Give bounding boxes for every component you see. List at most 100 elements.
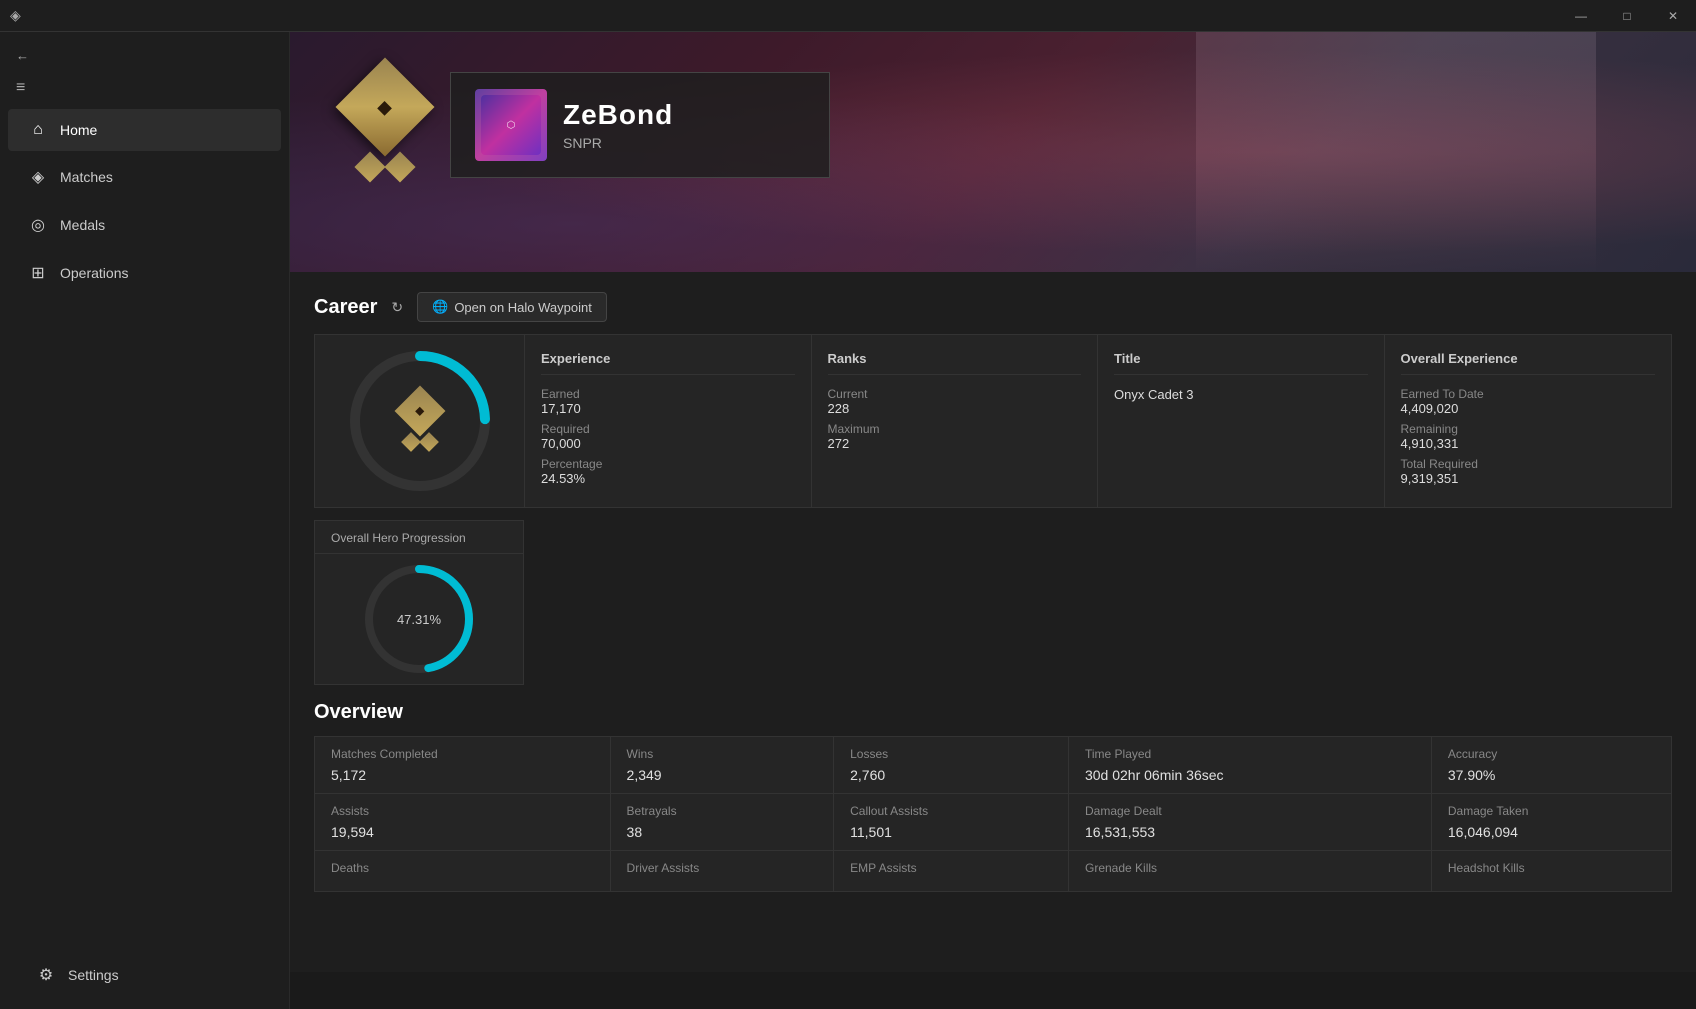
earned-value: 17,170 (541, 401, 795, 416)
stat-cell-0-1: Wins 2,349 (611, 737, 834, 793)
stat-header-0-2: Losses (850, 747, 1052, 761)
hamburger-menu[interactable]: ≡ (0, 69, 289, 107)
stat-value-1-1: 38 (627, 824, 818, 840)
total-required-value: 9,319,351 (1401, 471, 1656, 486)
hero-prog-header: Overall Hero Progression (315, 521, 523, 554)
stat-header-2-3: Grenade Kills (1085, 861, 1415, 875)
sidebar-label-medals: Medals (60, 217, 105, 233)
stat-cell-1-4: Damage Taken 16,046,094 (1432, 794, 1671, 850)
sidebar-item-operations[interactable]: ⊞ Operations (8, 251, 281, 295)
remaining-value: 4,910,331 (1401, 436, 1656, 451)
title-value: Onyx Cadet 3 (1114, 387, 1368, 402)
stat-header-0-1: Wins (627, 747, 818, 761)
refresh-button[interactable]: ↻ (387, 295, 407, 320)
overview-table: Matches Completed 5,172 Wins 2,349 Losse… (314, 736, 1672, 892)
settings-icon: ⚙ (36, 965, 56, 985)
minimize-button[interactable]: — (1558, 0, 1604, 32)
waypoint-label: Open on Halo Waypoint (454, 300, 592, 315)
overview-title: Overview (314, 701, 1672, 724)
player-card: ⬡ ZeBond SNPR (450, 72, 830, 178)
stat-cell-0-0: Matches Completed 5,172 (315, 737, 610, 793)
earned-to-date-label: Earned To Date (1401, 387, 1656, 401)
career-grid: ◆ Experience Earned 17,170 Require (314, 334, 1672, 508)
total-required-label: Total Required (1401, 457, 1656, 471)
career-section-header: Career ↻ 🌐 Open on Halo Waypoint (314, 292, 1672, 322)
sidebar-item-medals[interactable]: ◎ Medals (8, 203, 281, 247)
hero-prog-ring-wrapper: 47.31% (354, 554, 484, 684)
current-label: Current (828, 387, 1082, 401)
career-progress-cell: ◆ (315, 335, 525, 507)
stat-cell-0-4: Accuracy 37.90% (1432, 737, 1671, 793)
percentage-value: 24.53% (541, 471, 795, 486)
stat-value-1-2: 11,501 (850, 824, 1052, 840)
career-title-cell: Title Onyx Cadet 3 (1098, 335, 1385, 507)
sidebar-item-settings[interactable]: ⚙ Settings (16, 953, 273, 997)
sidebar-item-home[interactable]: ⌂ Home (8, 109, 281, 151)
player-info: ZeBond SNPR (563, 99, 673, 151)
back-icon: ← (16, 48, 29, 63)
overview-cell-2-1: Driver Assists (610, 851, 834, 892)
stat-value-0-0: 5,172 (331, 767, 594, 783)
overview-cell-1-3: Damage Dealt 16,531,553 (1068, 794, 1431, 851)
overview-cell-1-4: Damage Taken 16,046,094 (1431, 794, 1671, 851)
stat-cell-1-3: Damage Dealt 16,531,553 (1069, 794, 1431, 850)
maximize-button[interactable]: □ (1604, 0, 1650, 32)
stat-value-1-0: 19,594 (331, 824, 594, 840)
stat-header-0-0: Matches Completed (331, 747, 594, 761)
remaining-label: Remaining (1401, 422, 1656, 436)
overview-cell-0-3: Time Played 30d 02hr 06min 36sec (1068, 737, 1431, 794)
overview-cell-2-0: Deaths (315, 851, 611, 892)
sidebar-label-operations: Operations (60, 265, 128, 281)
overview-cell-1-1: Betrayals 38 (610, 794, 834, 851)
stat-header-1-3: Damage Dealt (1085, 804, 1415, 818)
stat-header-1-2: Callout Assists (850, 804, 1052, 818)
stat-value-0-1: 2,349 (627, 767, 818, 783)
stat-cell-0-3: Time Played 30d 02hr 06min 36sec (1069, 737, 1431, 793)
stat-value-0-3: 30d 02hr 06min 36sec (1085, 767, 1415, 783)
titlebar: ◈ — □ ✕ (0, 0, 1696, 32)
close-button[interactable]: ✕ (1650, 0, 1696, 32)
overview-cell-2-3: Grenade Kills (1068, 851, 1431, 892)
career-title: Career (314, 296, 377, 319)
player-name: ZeBond (563, 99, 673, 131)
titlebar-controls: — □ ✕ (1558, 0, 1696, 32)
maximum-rank-value: 272 (828, 436, 1082, 451)
ranks-header: Ranks (828, 351, 1082, 375)
stat-cell-1-2: Callout Assists 11,501 (834, 794, 1068, 850)
titlebar-left: ◈ (0, 7, 21, 24)
overview-cell-0-2: Losses 2,760 (834, 737, 1069, 794)
hero-prog-inner: 47.31% (315, 554, 523, 684)
maximum-label: Maximum (828, 422, 1082, 436)
operations-icon: ⊞ (28, 263, 48, 283)
sidebar-label-settings: Settings (68, 967, 119, 983)
stat-header-2-1: Driver Assists (627, 861, 818, 875)
sidebar-bottom: ⚙ Settings (0, 941, 289, 1009)
stat-cell-2-4: Headshot Kills (1432, 851, 1671, 891)
stat-cell-2-3: Grenade Kills (1069, 851, 1431, 891)
earned-label: Earned (541, 387, 795, 401)
stat-header-1-1: Betrayals (627, 804, 818, 818)
rank-badge: ◆ (340, 62, 430, 178)
stat-value-1-3: 16,531,553 (1085, 824, 1415, 840)
stat-cell-2-2: EMP Assists (834, 851, 1068, 891)
stat-header-2-0: Deaths (331, 861, 594, 875)
content-area: Career ↻ 🌐 Open on Halo Waypoint (290, 272, 1696, 972)
back-button[interactable]: ← (0, 42, 289, 69)
overall-exp-header: Overall Experience (1401, 351, 1656, 375)
sidebar-item-matches[interactable]: ◈ Matches (8, 155, 281, 199)
stat-value-0-2: 2,760 (850, 767, 1052, 783)
home-icon: ⌂ (28, 121, 48, 139)
stat-cell-1-1: Betrayals 38 (611, 794, 834, 850)
current-rank-value: 228 (828, 401, 1082, 416)
waypoint-button[interactable]: 🌐 Open on Halo Waypoint (417, 292, 607, 322)
overview-cell-1-0: Assists 19,594 (315, 794, 611, 851)
percentage-label: Percentage (541, 457, 795, 471)
overview-row-0: Matches Completed 5,172 Wins 2,349 Losse… (315, 737, 1672, 794)
player-avatar: ⬡ (475, 89, 547, 161)
overview-cell-0-4: Accuracy 37.90% (1431, 737, 1671, 794)
progress-ring-wrapper: ◆ (340, 341, 500, 501)
stat-header-1-4: Damage Taken (1448, 804, 1655, 818)
sidebar: ← ≡ ⌂ Home ◈ Matches ◎ Medals ⊞ Operatio… (0, 32, 290, 1009)
hero-banner: ◆ ⬡ ZeBond SNPR (290, 32, 1696, 272)
career-overall-exp-cell: Overall Experience Earned To Date 4,409,… (1385, 335, 1672, 507)
